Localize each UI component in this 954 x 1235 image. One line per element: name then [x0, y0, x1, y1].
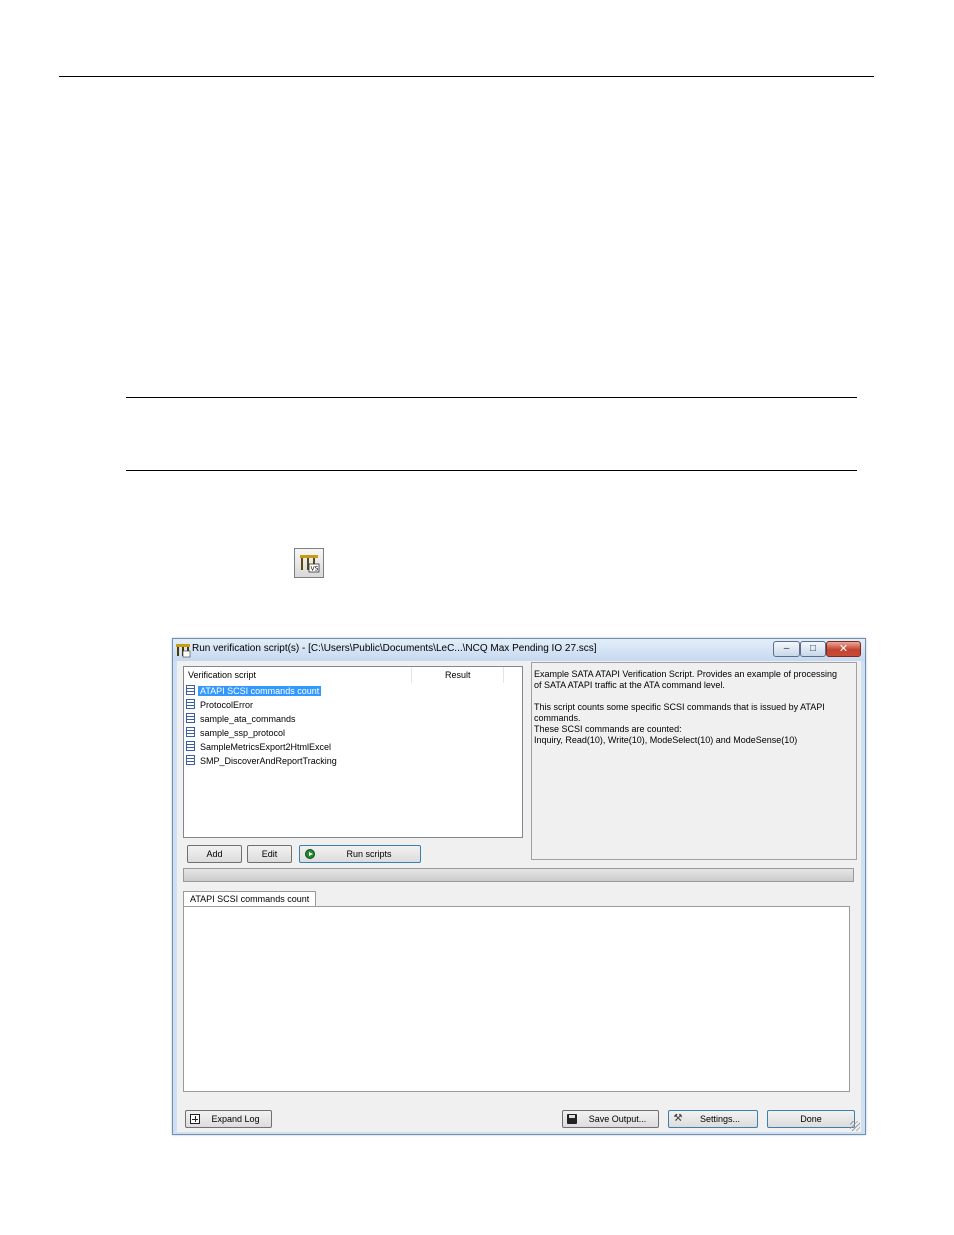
list-item[interactable]: ATAPI SCSI commands count [186, 684, 322, 698]
close-button[interactable]: ✕ [826, 641, 861, 657]
run-verification-scripts-dialog: Run verification script(s) - [C:\Users\P… [172, 638, 866, 1135]
list-item[interactable]: SampleMetricsExport2HtmlExcel [186, 740, 333, 754]
window-title: Run verification script(s) - [C:\Users\P… [192, 643, 597, 654]
run-scripts-button[interactable]: Run scripts [299, 845, 421, 863]
script-file-icon [186, 741, 195, 751]
description-line: This script counts some specific SCSI co… [534, 702, 825, 723]
run-scripts-label: Run scripts [346, 849, 392, 859]
settings-label: Settings... [699, 1114, 741, 1124]
add-button[interactable]: Add [187, 845, 242, 863]
list-item[interactable]: SMP_DiscoverAndReportTracking [186, 754, 339, 768]
script-file-icon [186, 755, 195, 765]
maximize-button[interactable]: □ [800, 641, 826, 657]
resize-grip[interactable] [850, 1121, 860, 1131]
edit-button[interactable]: Edit [247, 845, 292, 863]
description-line: These SCSI commands are counted: [534, 724, 682, 734]
column-header-script[interactable]: Verification script [184, 667, 412, 683]
verification-script-list[interactable]: Verification script Result ATAPI SCSI co… [183, 666, 523, 838]
tab-log[interactable]: ATAPI SCSI commands count [183, 891, 317, 906]
title-bar[interactable]: Run verification script(s) - [C:\Users\P… [173, 639, 865, 661]
list-item[interactable]: ProtocolError [186, 698, 255, 712]
app-icon [176, 644, 191, 658]
note-rule-bottom [126, 470, 857, 471]
play-icon [305, 849, 315, 859]
floppy-disk-icon [567, 1114, 577, 1124]
save-output-button[interactable]: Save Output... [562, 1110, 659, 1128]
description-line: Inquiry, Read(10), Write(10), ModeSelect… [534, 735, 798, 745]
svg-text:VS: VS [311, 566, 319, 573]
expand-log-label: Expand Log [211, 1114, 260, 1124]
run-verification-scripts-icon[interactable]: VS [294, 548, 324, 578]
list-item[interactable]: sample_ata_commands [186, 712, 298, 726]
script-file-icon [186, 699, 195, 709]
minimize-button[interactable]: – [773, 641, 800, 657]
expand-log-button[interactable]: Expand Log [185, 1110, 272, 1128]
script-file-icon [186, 713, 195, 723]
script-description: Example SATA ATAPI Verification Script. … [531, 662, 857, 860]
save-output-label: Save Output... [588, 1114, 647, 1124]
description-line: of SATA ATAPI traffic at the ATA command… [534, 680, 725, 690]
column-header-result[interactable]: Result [412, 667, 504, 683]
note-rule-top [126, 397, 857, 398]
header-rule [59, 76, 874, 77]
tools-icon: ⚒ [673, 1113, 683, 1124]
progress-bar [183, 868, 854, 882]
dialog-client-area: Verification script Result ATAPI SCSI co… [177, 661, 861, 1132]
log-output[interactable] [183, 906, 850, 1092]
description-line: Example SATA ATAPI Verification Script. … [534, 669, 837, 679]
settings-button[interactable]: ⚒ Settings... [668, 1110, 758, 1128]
expand-icon [190, 1114, 200, 1124]
done-button[interactable]: Done [767, 1110, 855, 1128]
list-item[interactable]: sample_ssp_protocol [186, 726, 287, 740]
script-file-icon [186, 727, 195, 737]
script-file-icon [186, 685, 195, 695]
